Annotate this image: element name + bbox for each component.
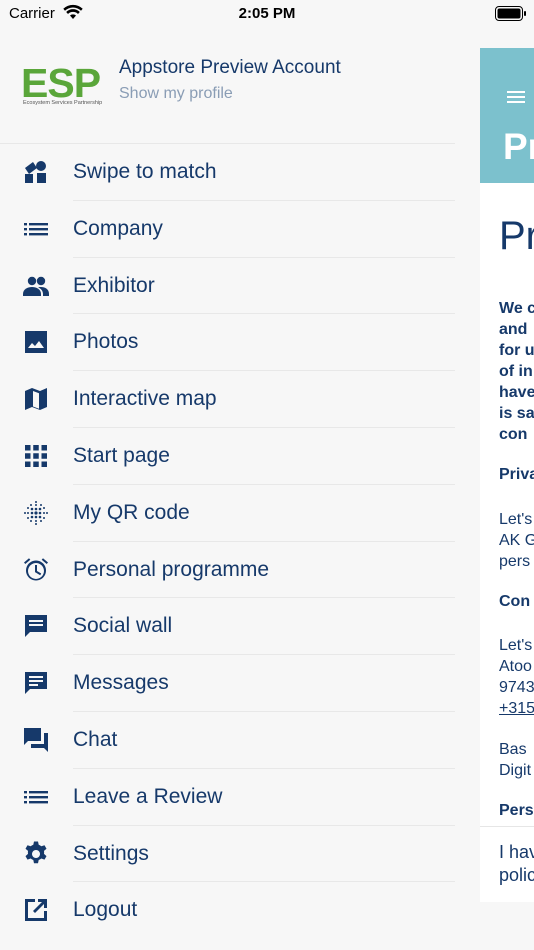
drawer-menu: Swipe to match Company Exhibitor Photos — [0, 144, 480, 939]
consent-text: I hav polic — [499, 842, 534, 885]
background-page-header-title: Pr — [503, 126, 534, 167]
map-icon — [22, 385, 50, 413]
menu-item-label: Exhibitor — [73, 273, 155, 297]
people-icon — [22, 272, 50, 300]
background-page[interactable]: Pr Pr We c and for u of in have is sa co… — [480, 48, 534, 902]
menu-item-settings[interactable]: Settings — [0, 826, 480, 883]
contact-text: Let's Atoo 9743 — [499, 637, 534, 696]
menu-item-label: Start page — [73, 443, 170, 467]
privacy-intro-text: We c and for u of in have is sa con — [499, 300, 534, 443]
contact-subheading: Con — [499, 593, 531, 610]
battery-icon — [495, 6, 526, 21]
hamburger-menu-icon[interactable] — [507, 91, 525, 104]
menu-item-label: My QR code — [73, 500, 190, 524]
show-profile-link[interactable]: Show my profile — [119, 85, 233, 103]
menu-item-personal-programme[interactable]: Personal programme — [0, 542, 480, 599]
grid-icon — [22, 442, 50, 470]
menu-item-messages[interactable]: Messages — [0, 655, 480, 712]
alarm-icon — [22, 556, 50, 584]
list-icon — [22, 783, 50, 811]
esp-logo: ESP Ecosystem Services Partnership — [20, 60, 103, 108]
menu-item-label: Photos — [73, 330, 139, 354]
background-page-header: Pr — [480, 48, 534, 183]
menu-item-label: Social wall — [73, 614, 173, 638]
consent-footer[interactable]: I hav polic — [480, 826, 534, 902]
menu-item-label: Messages — [73, 671, 169, 695]
privacy-subheading: Priva — [499, 466, 534, 483]
esp-logo-subtitle: Ecosystem Services Partnership — [23, 100, 103, 106]
image-icon — [22, 328, 50, 356]
qr-dots-icon — [22, 499, 50, 527]
menu-item-label: Logout — [73, 898, 138, 922]
menu-item-leave-a-review[interactable]: Leave a Review — [0, 769, 480, 826]
account-name: Appstore Preview Account — [119, 57, 341, 78]
navigation-drawer: ESP Ecosystem Services Partnership Appst… — [0, 0, 480, 950]
forum-icon — [22, 726, 50, 754]
list-icon — [22, 215, 50, 243]
contact-person-text: Bas Digit — [499, 741, 532, 779]
menu-item-swipe-to-match[interactable]: Swipe to match — [0, 144, 480, 201]
status-time: 2:05 PM — [238, 5, 296, 22]
menu-item-label: Leave a Review — [73, 784, 223, 808]
message-icon — [22, 669, 50, 697]
status-bar: Carrier 2:05 PM — [0, 0, 534, 28]
menu-item-label: Chat — [73, 727, 118, 751]
privacy-text: Let's AK G pers — [499, 511, 534, 570]
personal-data-subheading: Pers — [499, 802, 534, 819]
contact-phone-link[interactable]: +315 — [499, 698, 534, 719]
gear-icon — [22, 840, 50, 868]
comment-icon — [22, 612, 50, 640]
menu-item-interactive-map[interactable]: Interactive map — [0, 371, 480, 428]
menu-item-my-qr-code[interactable]: My QR code — [0, 485, 480, 542]
menu-item-label: Company — [73, 216, 163, 240]
menu-item-label: Personal programme — [73, 557, 270, 581]
open-in-new-icon — [22, 896, 50, 924]
menu-item-label: Swipe to match — [73, 160, 217, 183]
menu-item-social-wall[interactable]: Social wall — [0, 598, 480, 656]
menu-item-company[interactable]: Company — [0, 201, 480, 258]
menu-item-photos[interactable]: Photos — [0, 314, 480, 372]
menu-item-label: Interactive map — [73, 387, 217, 411]
profile-header[interactable]: ESP Ecosystem Services Partnership Appst… — [0, 48, 480, 144]
swipe-icon — [22, 158, 50, 186]
menu-item-logout[interactable]: Logout — [0, 882, 480, 939]
menu-item-chat[interactable]: Chat — [0, 712, 480, 769]
menu-item-start-page[interactable]: Start page — [0, 428, 480, 485]
menu-item-label: Settings — [73, 841, 149, 865]
background-page-heading: Pr — [499, 214, 534, 258]
menu-item-exhibitor[interactable]: Exhibitor — [0, 258, 480, 315]
